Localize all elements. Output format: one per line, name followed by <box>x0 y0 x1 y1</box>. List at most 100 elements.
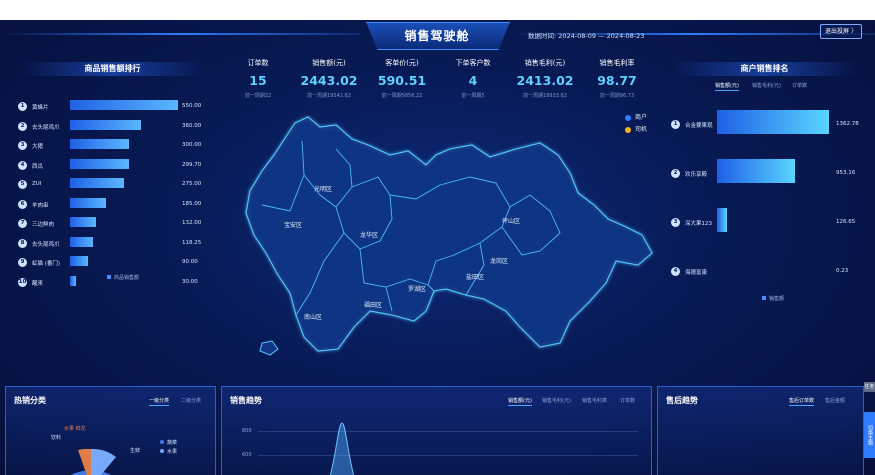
merchant-ranking-row: 1 合金要果观 1362.78 <box>671 110 861 140</box>
product-ranking-row: 5 ZUI 275.00 <box>18 178 208 190</box>
product-sales-bar <box>70 100 178 110</box>
tab-gross-profit[interactable]: 销售毛利(元) <box>752 82 781 89</box>
rank-number: 2 <box>671 169 680 178</box>
exit-button[interactable]: 退出投屏 〉 <box>820 24 862 39</box>
product-ranking-row: 4 西瓜 299.70 <box>18 158 208 171</box>
kpi-card: 客单价(元) 590.51 前一周期5856.22 <box>367 58 437 99</box>
header-line-left <box>0 33 360 35</box>
product-sales-bar <box>70 119 141 130</box>
product-ranking-legend: 商品销售额 <box>107 274 139 281</box>
product-sales-bar <box>70 236 94 247</box>
aftersale-panel: 售后趋势 售后订单数 售后金额 <box>657 386 864 475</box>
district-label: 龙岗区 <box>490 257 508 265</box>
product-sales-value: 132.00 <box>182 220 202 226</box>
tab-trend-profit[interactable]: 销售毛利(元) <box>542 397 571 404</box>
trend-title: 销售趋势 <box>230 396 262 405</box>
product-sales-bar <box>70 139 129 149</box>
product-name: 西瓜 <box>32 163 44 170</box>
kpi-value: 4 <box>468 73 478 88</box>
rank-number: 3 <box>671 218 680 227</box>
product-sales-bar <box>70 197 107 208</box>
kpi-card: 下单客户数 4 前一周期5 <box>438 58 508 99</box>
product-sales-value: 185.00 <box>182 200 202 207</box>
merchant-sales-value: 1362.78 <box>836 121 859 127</box>
tab-sales[interactable]: 销售额(元) <box>715 82 739 91</box>
rank-number: 4 <box>671 267 680 276</box>
tab-trend-sales[interactable]: 销售额(元) <box>508 397 532 406</box>
tab-trend-margin[interactable]: 销售毛利率 <box>582 397 607 404</box>
merchant-sales-value: 126.65 <box>836 219 856 225</box>
merchant-name: 海德富康 <box>685 270 708 276</box>
tab-trend-orders[interactable]: 订单数 <box>620 397 635 404</box>
product-sales-bar <box>70 275 76 286</box>
product-ranking-row: 9 虹猫 (番门) 90.00 <box>18 256 208 268</box>
kpi-value: 590.51 <box>377 73 427 88</box>
kpi-label: 销售毛利(元) <box>524 59 566 67</box>
merchant-ranking-row: 2 欢乐享殿 953.16 <box>671 159 861 189</box>
product-sales-bar <box>70 217 96 227</box>
district-label: 光明区 <box>314 185 332 193</box>
dashboard-screen: 销售驾驶舱 数据时间: 2024-08-09 — 2024-08-23 退出投屏… <box>0 20 875 475</box>
rank-number: 1 <box>671 120 680 129</box>
merchant-sales-bar <box>717 110 829 134</box>
kpi-label: 销售额(元) <box>312 59 346 67</box>
kpi-previous: 前一周期5 <box>461 93 485 99</box>
merchant-name: 欢乐享殿 <box>685 172 708 178</box>
product-ranking-row: 8 去头尾鸡爪 118.25 <box>18 236 208 249</box>
product-ranking-row: 1 黄蜂片 550.00 <box>18 100 208 112</box>
rank-number: 7 <box>18 219 27 228</box>
date-range: 数据时间: 2024-08-09 — 2024-08-23 <box>528 32 645 40</box>
kpi-value: 98.77 <box>597 73 637 88</box>
product-sales-bar <box>70 256 88 266</box>
rank-number: 4 <box>18 160 27 170</box>
merchant-name: 深大果123 <box>685 221 712 227</box>
legend-merchant[interactable]: 商户 <box>625 112 647 121</box>
trend-peak <box>329 422 355 475</box>
product-sales-value: 30.00 <box>182 278 198 285</box>
tab-level2[interactable]: 二级分类 <box>181 397 201 404</box>
kpi-label: 客单价(元) <box>385 59 419 67</box>
product-ranking-row: 6 羊肉串 185.00 <box>18 197 208 210</box>
category-legend: 蔬菜 水果 <box>160 439 177 455</box>
product-ranking-row: 7 三边鲜肉 132.00 <box>18 217 208 229</box>
kpi-previous: 前一周期5856.22 <box>381 93 423 99</box>
kpi-value: 2413.02 <box>516 73 574 88</box>
kpi-previous: 前一周期22 <box>244 93 272 99</box>
district-label: 南山区 <box>304 313 322 321</box>
district-label: 福田区 <box>364 301 382 309</box>
rank-number: 3 <box>18 141 27 150</box>
merchant-sales-bar <box>717 159 796 183</box>
product-name: 去头尾鸡爪 <box>32 124 60 131</box>
trend-gridline <box>258 431 638 432</box>
legend-driver[interactable]: 司机 <box>625 124 647 133</box>
product-sales-value: 550.00 <box>182 103 202 109</box>
pie-label-drink: 饮料 <box>51 435 62 441</box>
tab-aftersale-amount[interactable]: 售后金额 <box>825 397 845 404</box>
merchant-sales-value: 953.16 <box>836 170 856 176</box>
product-name: 大猪 <box>32 144 44 150</box>
tab-level1[interactable]: 一级分类 <box>149 397 170 406</box>
kpi-card: 销售额(元) 2443.02 前一周期19542.82 <box>294 58 364 99</box>
rank-number: 6 <box>18 199 27 209</box>
kpi-value: 15 <box>249 73 267 88</box>
tab-aftersale-orders[interactable]: 售后订单数 <box>789 397 815 406</box>
product-sales-value: 275.00 <box>182 181 202 187</box>
pie-label-fruit: 水果 鲜花 <box>64 426 86 432</box>
product-sales-bar <box>70 158 129 169</box>
theme-switch-button[interactable]: 切换主题 <box>864 412 875 458</box>
product-sales-value: 90.00 <box>182 259 198 265</box>
kpi-label: 下单客户数 <box>455 59 491 67</box>
district-map: 光明区 宝安区 龙华区 坪山区 龙岗区 盐田区 罗湖区 福田区 南山区 <box>245 116 653 356</box>
product-ranking-title: 商品销售额排行 <box>20 62 205 76</box>
merchant-ranking-legend: 销售额 <box>762 295 784 302</box>
merchant-ranking-row: 4 海德富康 0.23 <box>671 257 861 287</box>
product-name: 虹猫 (番门) <box>32 261 61 267</box>
trend-panel: 销售趋势 销售额(元) 销售毛利(元) 销售毛利率 订单数 800 600 <box>221 386 652 475</box>
map-island <box>259 340 279 356</box>
product-sales-value: 299.70 <box>182 161 202 168</box>
tab-orders[interactable]: 订单数 <box>792 82 807 89</box>
product-sales-value: 118.25 <box>182 239 202 246</box>
rank-number: 1 <box>18 102 27 111</box>
product-ranking-row: 2 去头尾鸡爪 360.00 <box>18 119 208 132</box>
task-button[interactable]: 任务 <box>864 382 875 392</box>
